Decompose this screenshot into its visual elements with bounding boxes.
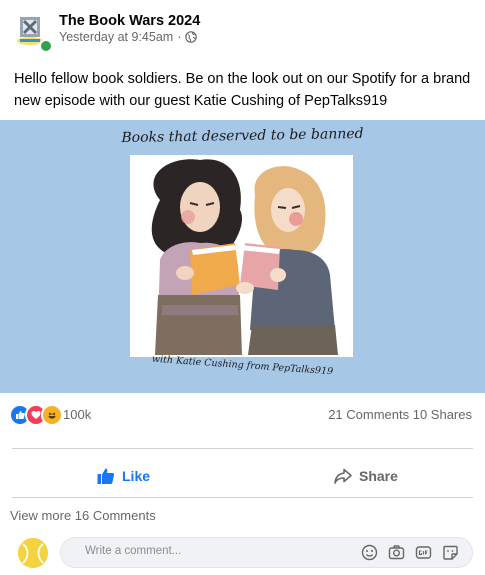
comment-input[interactable] xyxy=(83,544,337,558)
post-header: The Book Wars 2024 Yesterday at 9:45am · xyxy=(12,10,472,53)
tennis-ball-icon xyxy=(18,538,48,568)
comment-box[interactable] xyxy=(60,537,473,568)
engagement-counts: 21 Comments 10 Shares xyxy=(328,407,472,422)
comment-tools xyxy=(360,543,460,562)
comments-count[interactable]: 21 Comments xyxy=(328,407,409,422)
reaction-count[interactable]: 100k xyxy=(63,407,91,422)
post-meta: Yesterday at 9:45am · xyxy=(59,30,198,44)
user-avatar[interactable] xyxy=(18,538,48,568)
post-image[interactable]: Books that deserved to be banned with Ka… xyxy=(0,120,485,393)
view-more-comments-link[interactable]: View more 16 Comments xyxy=(10,508,156,523)
gif-icon[interactable] xyxy=(414,543,433,562)
divider xyxy=(12,497,473,498)
image-title: Books that deserved to be banned xyxy=(121,125,364,147)
online-status-indicator xyxy=(39,39,53,53)
post-actions: Like Share xyxy=(0,458,485,494)
meta-separator: · xyxy=(177,30,182,44)
page-name[interactable]: The Book Wars 2024 xyxy=(59,13,200,29)
thumbs-up-icon xyxy=(97,468,115,484)
post-timestamp[interactable]: Yesterday at 9:45am xyxy=(59,30,173,44)
haha-icon xyxy=(41,404,63,426)
illustration-two-women-reading xyxy=(130,155,353,357)
reaction-stats: 100k 21 Comments 10 Shares xyxy=(0,400,485,426)
share-label: Share xyxy=(359,468,398,484)
like-label: Like xyxy=(122,468,151,484)
reaction-icons[interactable] xyxy=(9,404,63,426)
divider xyxy=(12,448,473,449)
globe-icon xyxy=(185,31,198,43)
comment-composer xyxy=(0,534,485,572)
shares-count[interactable]: 10 Shares xyxy=(413,407,472,422)
emoji-icon[interactable] xyxy=(360,543,379,562)
like-button[interactable]: Like xyxy=(96,458,150,494)
post-text: Hello fellow book soldiers. Be on the lo… xyxy=(14,71,471,109)
share-icon xyxy=(334,468,352,484)
camera-icon[interactable] xyxy=(387,543,406,562)
share-button[interactable]: Share xyxy=(333,458,398,494)
sticker-icon[interactable] xyxy=(441,543,460,562)
